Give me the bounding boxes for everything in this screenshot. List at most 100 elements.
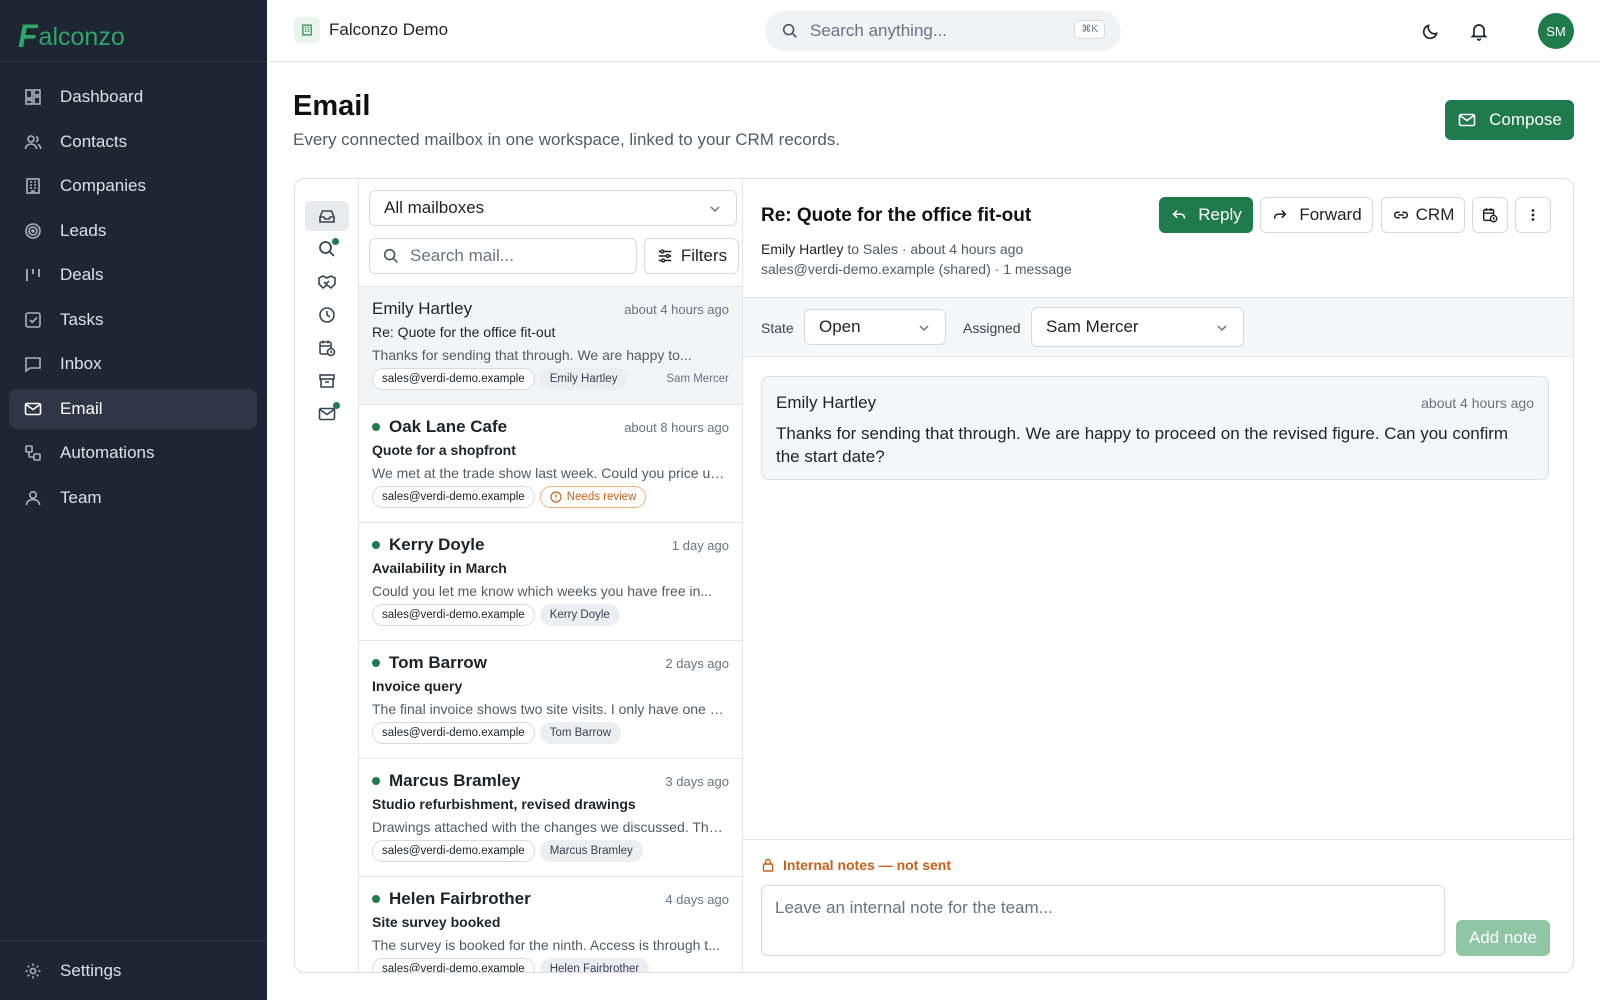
- thread-time: about 4 hours ago: [624, 302, 729, 317]
- rail-inbox[interactable]: [305, 201, 349, 231]
- sidebar-item-dashboard[interactable]: Dashboard: [9, 77, 257, 117]
- forward-label: Forward: [1299, 205, 1362, 224]
- internal-note-textarea[interactable]: Leave an internal note for the team...: [761, 885, 1445, 956]
- thread-sender-name: Helen Fairbrother: [389, 889, 531, 908]
- calendar-clock-icon: [319, 340, 336, 357]
- message-body: Thanks for sending that through. We are …: [776, 424, 1509, 466]
- thread-time: 3 days ago: [665, 774, 729, 789]
- thread-tags: sales@verdi-demo.example Helen Fairbroth…: [372, 958, 729, 972]
- mailbox-select[interactable]: All mailboxes: [369, 190, 737, 226]
- search-placeholder: Search anything...: [810, 21, 948, 40]
- sidebar-item-companies[interactable]: Companies: [9, 166, 257, 206]
- state-value: Open: [819, 317, 861, 336]
- thread-time: about 8 hours ago: [624, 420, 729, 435]
- sidebar-item-automations[interactable]: Automations: [9, 433, 257, 473]
- thread-preview: The survey is booked for the ninth. Acce…: [372, 937, 720, 953]
- forward-button[interactable]: Forward: [1260, 197, 1373, 233]
- thread-subject: Site survey booked: [372, 914, 501, 930]
- thread-preview: The final invoice shows two site visits.…: [372, 701, 728, 717]
- thread-item[interactable]: Emily Hartley about 4 hours ago Re: Quot…: [359, 286, 742, 404]
- more-button[interactable]: [1515, 197, 1551, 233]
- sidebar-item-label: Contacts: [60, 131, 128, 151]
- needs-review-badge: Needs review: [539, 486, 647, 508]
- state-label: State: [761, 320, 794, 336]
- sidebar-item-label: Tasks: [60, 309, 104, 329]
- workspace-name: Falconzo Demo: [329, 20, 449, 39]
- mailbox-tag: sales@verdi-demo.example: [372, 604, 535, 626]
- rail-archive[interactable]: [305, 366, 349, 396]
- avatar[interactable]: SM: [1538, 13, 1574, 49]
- sidebar-item-label: Inbox: [60, 354, 102, 373]
- mail-search-input[interactable]: Search mail...: [369, 238, 637, 274]
- page-subtitle: Every connected mailbox in one workspace…: [293, 130, 841, 149]
- thread-sender-name: Oak Lane Cafe: [389, 417, 508, 436]
- automations-icon: [25, 445, 41, 461]
- thread-mailbox-line: sales@verdi-demo.example (shared) · 1 me…: [761, 261, 1072, 277]
- team-icon: [25, 490, 41, 505]
- thread-item[interactable]: Marcus Bramley 3 days ago Studio refurbi…: [359, 758, 742, 876]
- thread-item[interactable]: Kerry Doyle 1 day ago Availability in Ma…: [359, 522, 742, 640]
- assignee-select[interactable]: Sam Mercer: [1031, 307, 1244, 347]
- tasks-icon: [25, 311, 41, 328]
- thread-sender-name: Emily Hartley: [372, 299, 473, 318]
- sidebar-divider: [0, 61, 267, 62]
- compose-button[interactable]: Compose: [1445, 100, 1574, 140]
- internal-note-placeholder: Leave an internal note for the team...: [775, 898, 1053, 917]
- thread-item[interactable]: Helen Fairbrother 4 days ago Site survey…: [359, 876, 742, 972]
- chevron-down-icon: [1217, 325, 1227, 332]
- sidebar-item-label: Leads: [60, 220, 107, 240]
- contact-tag: Tom Barrow: [539, 722, 622, 744]
- state-select[interactable]: Open: [804, 309, 946, 345]
- gear-icon: [25, 963, 41, 979]
- inbox-tray-icon: [319, 210, 335, 223]
- unread-dot: [372, 659, 380, 667]
- shortcut-badge: ⌘K: [1074, 20, 1105, 39]
- sidebar-item-leads[interactable]: Leads: [9, 211, 257, 251]
- rail-scheduled[interactable]: [305, 333, 349, 363]
- rail-snoozed[interactable]: [305, 300, 349, 330]
- add-note-button[interactable]: Add note: [1456, 920, 1550, 956]
- sidebar: F alconzo Dashboard Contacts Companies L…: [0, 0, 267, 1000]
- rail-sent[interactable]: [305, 399, 349, 429]
- contact-tag: Helen Fairbrother: [539, 958, 650, 972]
- assignee-value: Sam Mercer: [1046, 317, 1139, 336]
- unread-dot: [372, 777, 380, 785]
- logo[interactable]: F alconzo: [18, 10, 125, 52]
- sidebar-settings-wrap: Settings: [9, 951, 257, 996]
- folder-rail: [295, 179, 359, 972]
- global-search-input[interactable]: Search anything... ⌘K: [765, 11, 1121, 51]
- sender-name: Emily Hartley: [761, 241, 844, 257]
- thread-time: 2 days ago: [665, 656, 729, 671]
- schedule-button[interactable]: [1472, 197, 1508, 233]
- rail-search[interactable]: [305, 234, 349, 264]
- crm-link-button[interactable]: CRM: [1381, 197, 1465, 233]
- workspace-switcher[interactable]: Falconzo Demo: [294, 17, 448, 43]
- chevron-down-icon: [710, 206, 720, 213]
- sidebar-item-inbox[interactable]: Inbox: [9, 344, 257, 384]
- assigned-label: Assigned: [963, 320, 1021, 336]
- sidebar-item-email[interactable]: Email: [9, 388, 257, 429]
- mailbox-tag: sales@verdi-demo.example: [372, 486, 535, 508]
- thread-detail: Re: Quote for the office fit-out Emily H…: [743, 179, 1573, 972]
- more-vertical-icon: [1531, 209, 1535, 221]
- search-icon: [782, 23, 797, 38]
- sliders-icon: [658, 249, 672, 263]
- thread-preview: Could you let me know which weeks you ha…: [372, 583, 713, 599]
- moon-icon[interactable]: [1421, 21, 1441, 41]
- sidebar-item-label: Settings: [60, 961, 122, 980]
- filters-button[interactable]: Filters: [644, 238, 739, 274]
- logo-mark: F: [18, 18, 38, 54]
- thread-subject: Quote for a shopfront: [372, 442, 516, 458]
- sidebar-item-settings[interactable]: Settings: [9, 951, 257, 991]
- sidebar-item-team[interactable]: Team: [9, 478, 257, 518]
- sidebar-item-tasks[interactable]: Tasks: [9, 300, 257, 340]
- sidebar-item-deals[interactable]: Deals: [9, 255, 257, 295]
- thread-item[interactable]: Tom Barrow 2 days ago Invoice query The …: [359, 640, 742, 758]
- internal-notes-label: Internal notes — not sent: [761, 857, 951, 873]
- thread-item[interactable]: Oak Lane Cafe about 8 hours ago Quote fo…: [359, 404, 742, 522]
- unread-dot: [372, 541, 380, 549]
- bell-icon[interactable]: [1469, 21, 1489, 41]
- reply-button[interactable]: Reply: [1159, 197, 1253, 233]
- rail-deals[interactable]: [305, 267, 349, 297]
- sidebar-item-contacts[interactable]: Contacts: [9, 122, 257, 162]
